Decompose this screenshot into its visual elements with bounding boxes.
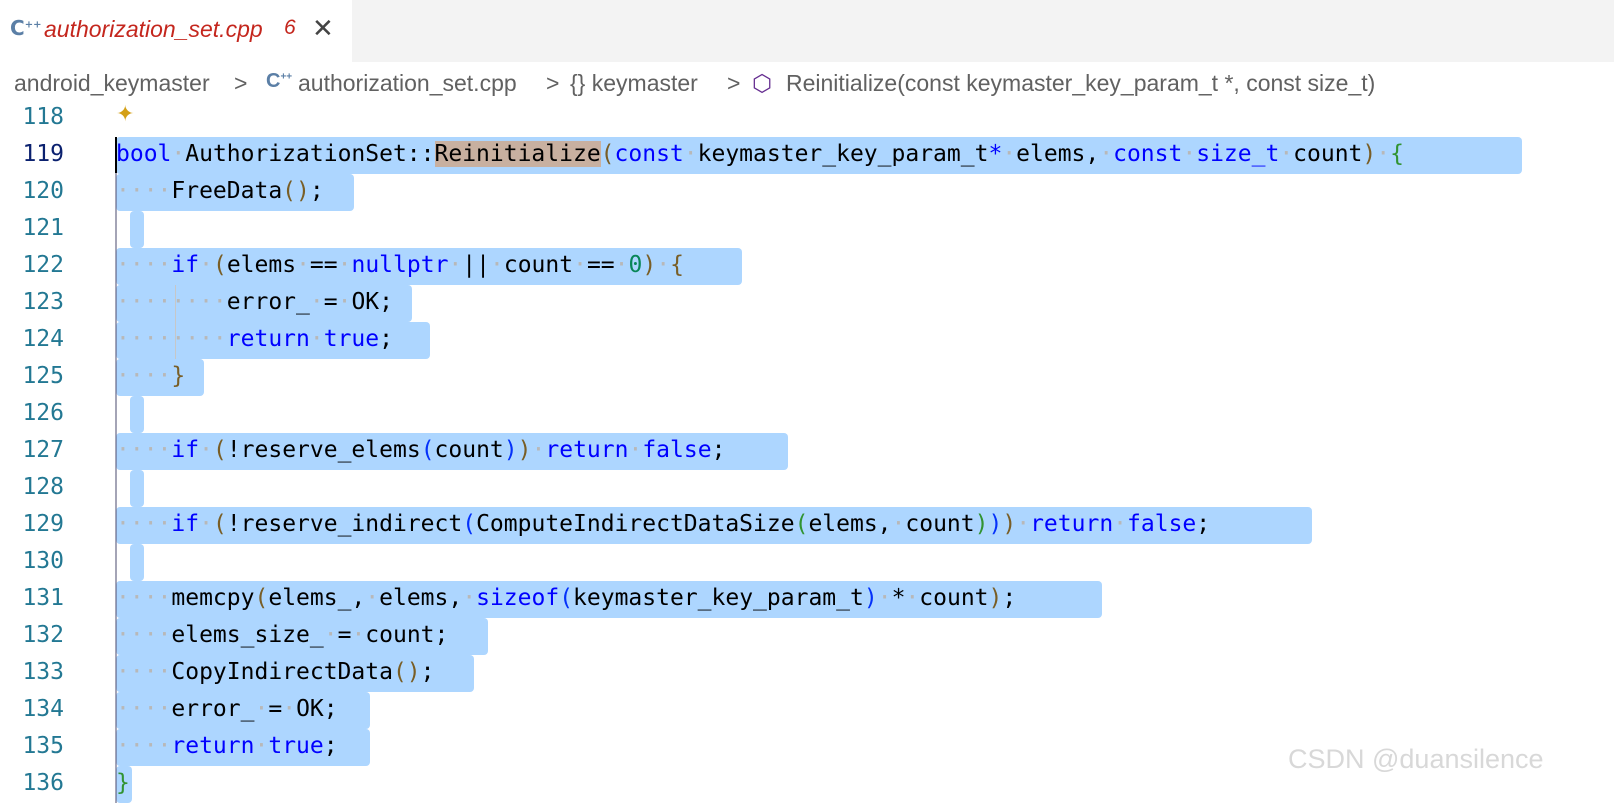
selection-highlight [130,544,144,581]
code-line: 124 ········return·true; [0,322,1614,359]
code-line: 126 [0,396,1614,433]
chevron-right-icon: > [234,70,248,96]
code-line: 131 ····memcpy(elems_,·elems,·sizeof(key… [0,581,1614,618]
code-line: 130 [0,544,1614,581]
code-text: ····elems_size_·=·count; [116,622,449,648]
line-number: 130 [22,548,64,574]
code-text: ····CopyIndirectData(); [116,659,435,685]
problems-count-badge: 6 [284,16,296,39]
code-line: 132 ····elems_size_·=·count; [0,618,1614,655]
code-text: ····} [116,363,186,389]
line-number: 136 [22,770,64,796]
code-line: 127 ····if·(!reserve_elems(count))·retur… [0,433,1614,470]
selection-highlight [130,396,144,433]
code-text: ····if·(elems·==·nullptr·||·count·==·0)·… [116,252,684,278]
line-number: 119 [22,141,64,167]
line-number: 132 [22,622,64,648]
close-icon[interactable]: ✕ [312,14,334,44]
breadcrumb-folder[interactable]: android_keymaster [14,70,210,97]
line-number: 128 [22,474,64,500]
code-line: 122 ····if·(elems·==·nullptr·||·count·==… [0,248,1614,285]
code-text: ····error_·=·OK; [116,696,338,722]
cpp-file-icon: C++ [266,70,293,92]
indent-guide [175,285,176,359]
code-line: 121 [0,211,1614,248]
code-line: 134 ····error_·=·OK; [0,692,1614,729]
line-number: 131 [22,585,64,611]
code-text: ········error_·=·OK; [116,289,393,315]
code-line: 125 ····} [0,359,1614,396]
line-number: 120 [22,178,64,204]
code-line: 133 ····CopyIndirectData(); [0,655,1614,692]
line-number: 122 [22,252,64,278]
method-cube-icon: ⬡ [752,70,773,96]
code-text: } [116,770,130,796]
tab-bar: C++ authorization_set.cpp 6 ✕ [0,0,1614,62]
breadcrumb-namespace[interactable]: {} keymaster [570,70,698,97]
code-text: ····if·(!reserve_elems(count))·return·fa… [116,437,726,463]
selection-highlight [130,211,144,248]
selection-highlight [130,470,144,507]
chevron-right-icon: > [727,70,741,96]
code-line: 129 ····if·(!reserve_indirect(ComputeInd… [0,507,1614,544]
line-number: 126 [22,400,64,426]
chevron-right-icon: > [546,70,560,96]
watermark: CSDN @duansilence [1288,744,1544,774]
code-text: bool·AuthorizationSet::Reinitialize(cons… [116,141,1404,167]
code-line: 128 [0,470,1614,507]
line-number: 123 [22,289,64,315]
code-line: 118 [0,100,1614,137]
line-number: 129 [22,511,64,537]
code-text: ····if·(!reserve_indirect(ComputeIndirec… [116,511,1211,537]
tab-authorization-set-cpp[interactable]: C++ authorization_set.cpp 6 ✕ [0,0,352,62]
breadcrumb-symbol[interactable]: Reinitialize(const keymaster_key_param_t… [786,70,1375,97]
line-number: 127 [22,437,64,463]
code-text: ····return·true; [116,733,338,759]
line-number: 121 [22,215,64,241]
code-text: ········return·true; [116,326,393,352]
line-number: 124 [22,326,64,352]
text-cursor [115,137,117,173]
line-number: 135 [22,733,64,759]
code-text: ····memcpy(elems_,·elems,·sizeof(keymast… [116,585,1017,611]
code-text: ····FreeData(); [116,178,324,204]
line-number: 125 [22,363,64,389]
code-line: 123 ········error_·=·OK; [0,285,1614,322]
code-editor[interactable]: ✦ 118 119 bool·AuthorizationSet::Reiniti… [0,100,1614,810]
code-line: 120 ····FreeData(); [0,174,1614,211]
breadcrumb-file[interactable]: authorization_set.cpp [298,70,517,97]
line-number: 134 [22,696,64,722]
code-line: 119 bool·AuthorizationSet::Reinitialize(… [0,137,1614,174]
tab-title: authorization_set.cpp [44,16,263,42]
line-number: 133 [22,659,64,685]
cpp-file-icon: C++ [10,16,42,40]
selection-margin-bar [115,137,117,803]
line-number: 118 [22,104,64,130]
